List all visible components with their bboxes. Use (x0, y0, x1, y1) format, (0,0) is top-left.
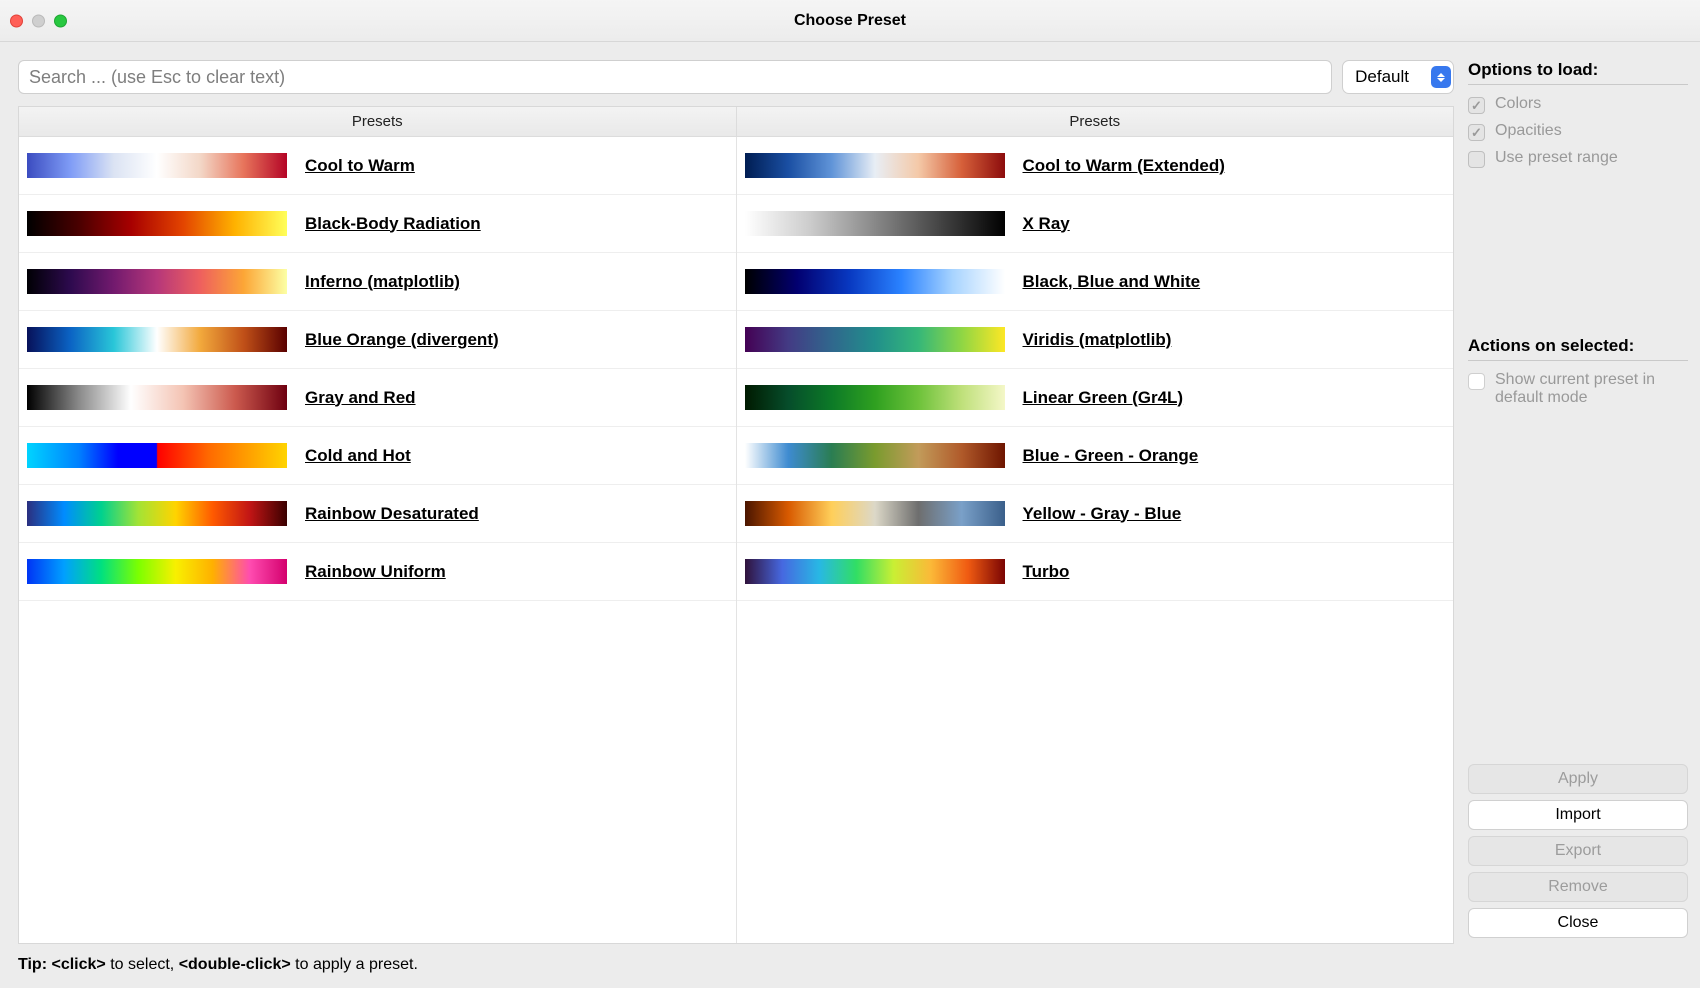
preset-label: Rainbow Uniform (305, 562, 446, 582)
preset-item[interactable]: Linear Green (Gr4L) (737, 369, 1454, 427)
checkbox-icon (1468, 97, 1485, 114)
preset-label: Cool to Warm (305, 156, 415, 176)
option-label: Use preset range (1495, 149, 1618, 167)
titlebar: Choose Preset (0, 0, 1700, 42)
preset-item[interactable]: Viridis (matplotlib) (737, 311, 1454, 369)
zoom-window-icon[interactable] (54, 14, 67, 27)
preset-category-label: Default (1355, 67, 1409, 87)
preset-label: Blue Orange (divergent) (305, 330, 499, 350)
preset-label: Rainbow Desaturated (305, 504, 479, 524)
preset-item[interactable]: Yellow - Gray - Blue (737, 485, 1454, 543)
updown-chevron-icon (1431, 66, 1451, 88)
colormap-swatch (745, 327, 1005, 352)
colormap-swatch (27, 211, 287, 236)
colormap-swatch (745, 443, 1005, 468)
preset-item[interactable]: Gray and Red (19, 369, 736, 427)
option-label: Colors (1495, 95, 1541, 113)
colormap-swatch (745, 211, 1005, 236)
colormap-swatch (27, 559, 287, 584)
options-title: Options to load: (1468, 60, 1688, 85)
colormap-swatch (27, 153, 287, 178)
preset-item[interactable]: Rainbow Uniform (19, 543, 736, 601)
option-colors[interactable]: Colors (1468, 95, 1688, 114)
close-button[interactable]: Close (1468, 908, 1688, 938)
preset-category-select[interactable]: Default (1342, 60, 1454, 94)
window-controls (10, 14, 67, 27)
option-use-preset-range[interactable]: Use preset range (1468, 149, 1688, 168)
checkbox-icon (1468, 151, 1485, 168)
colormap-swatch (745, 153, 1005, 178)
preset-label: Cool to Warm (Extended) (1023, 156, 1225, 176)
colormap-swatch (745, 559, 1005, 584)
remove-button[interactable]: Remove (1468, 872, 1688, 902)
colormap-swatch (745, 269, 1005, 294)
option-label: Show current preset in default mode (1495, 371, 1688, 407)
preset-label: Blue - Green - Orange (1023, 446, 1199, 466)
preset-item[interactable]: Blue Orange (divergent) (19, 311, 736, 369)
close-window-icon[interactable] (10, 14, 23, 27)
tip-text: Tip: <click> to select, <double-click> t… (0, 952, 1700, 988)
preset-label: Inferno (matplotlib) (305, 272, 460, 292)
preset-item[interactable]: X Ray (737, 195, 1454, 253)
colormap-swatch (745, 501, 1005, 526)
preset-item[interactable]: Black-Body Radiation (19, 195, 736, 253)
apply-button[interactable]: Apply (1468, 764, 1688, 794)
colormap-swatch (27, 443, 287, 468)
checkbox-icon (1468, 373, 1485, 390)
option-opacities[interactable]: Opacities (1468, 122, 1688, 141)
colormap-swatch (745, 385, 1005, 410)
preset-label: X Ray (1023, 214, 1070, 234)
column-header-left: Presets (19, 107, 737, 136)
export-button[interactable]: Export (1468, 836, 1688, 866)
preset-item[interactable]: Cool to Warm (Extended) (737, 137, 1454, 195)
colormap-swatch (27, 327, 287, 352)
preset-item[interactable]: Cold and Hot (19, 427, 736, 485)
action-show-default[interactable]: Show current preset in default mode (1468, 371, 1688, 407)
preset-item[interactable]: Turbo (737, 543, 1454, 601)
preset-label: Linear Green (Gr4L) (1023, 388, 1184, 408)
preset-label: Cold and Hot (305, 446, 411, 466)
column-header-right: Presets (737, 107, 1454, 136)
preset-label: Gray and Red (305, 388, 416, 408)
colormap-swatch (27, 269, 287, 294)
option-label: Opacities (1495, 122, 1562, 140)
preset-label: Viridis (matplotlib) (1023, 330, 1172, 350)
preset-label: Yellow - Gray - Blue (1023, 504, 1182, 524)
preset-item[interactable]: Blue - Green - Orange (737, 427, 1454, 485)
actions-title: Actions on selected: (1468, 336, 1688, 361)
import-button[interactable]: Import (1468, 800, 1688, 830)
colormap-swatch (27, 501, 287, 526)
preset-item[interactable]: Cool to Warm (19, 137, 736, 195)
preset-label: Black, Blue and White (1023, 272, 1201, 292)
preset-item[interactable]: Rainbow Desaturated (19, 485, 736, 543)
preset-label: Turbo (1023, 562, 1070, 582)
minimize-window-icon[interactable] (32, 14, 45, 27)
window-title: Choose Preset (794, 12, 906, 30)
colormap-swatch (27, 385, 287, 410)
preset-item[interactable]: Inferno (matplotlib) (19, 253, 736, 311)
checkbox-icon (1468, 124, 1485, 141)
search-input[interactable] (18, 60, 1332, 94)
preset-table: Presets Presets Cool to Warm Black-Body R… (18, 106, 1454, 944)
preset-item[interactable]: Black, Blue and White (737, 253, 1454, 311)
preset-label: Black-Body Radiation (305, 214, 481, 234)
